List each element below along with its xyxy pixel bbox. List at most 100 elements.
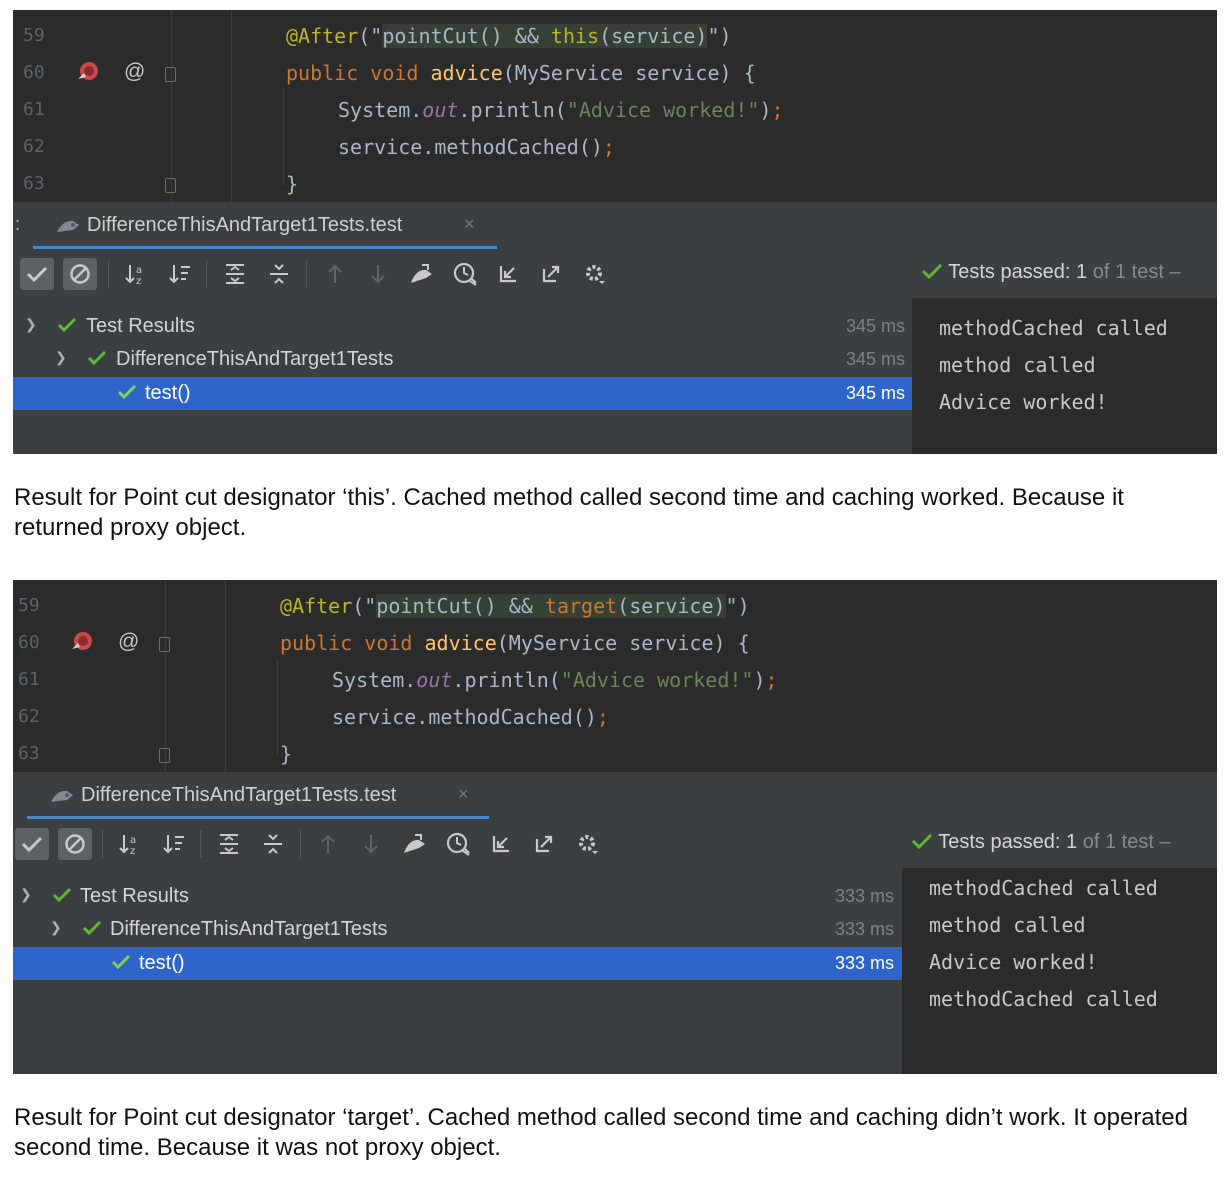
tree-row-test-results[interactable]: ❯ Test Results 345 ms	[13, 310, 913, 343]
sort-alpha-button[interactable]: az	[113, 828, 147, 860]
sort-alpha-button[interactable]: az	[119, 258, 153, 290]
test-results-tree[interactable]: ❯ Test Results 333 ms ❯ DifferenceThisAn…	[13, 868, 902, 1074]
check-icon	[117, 384, 137, 405]
tree-label: test()	[145, 382, 191, 404]
test-results-tree[interactable]: ❯ Test Results 345 ms ❯ DifferenceThisAn…	[13, 298, 913, 454]
tab-active-indicator	[33, 246, 497, 249]
history-icon	[453, 262, 477, 286]
expand-all-button[interactable]	[218, 258, 252, 290]
arrow-up-icon	[321, 834, 335, 853]
tab-close-icon[interactable]: ×	[458, 784, 469, 805]
history-button[interactable]	[448, 258, 482, 290]
check-icon	[52, 887, 72, 908]
tree-row-test-class[interactable]: ❯ DifferenceThisAndTarget1Tests 333 ms	[13, 913, 902, 946]
tree-row-test-results[interactable]: ❯ Test Results 333 ms	[13, 880, 902, 913]
collapse-all-button[interactable]	[256, 828, 290, 860]
tab-run-test[interactable]: DifferenceThisAndTarget1Tests.test	[81, 784, 396, 807]
code-text: service.methodCached();	[332, 705, 609, 729]
sort-duration-button[interactable]	[157, 828, 191, 860]
code-line: 62 service.methodCached();	[13, 699, 1217, 736]
fold-icon[interactable]	[159, 748, 170, 763]
chevron-down-icon[interactable]: ❯	[20, 886, 32, 903]
svg-text:a: a	[136, 265, 142, 276]
toolbar-separator	[200, 830, 201, 858]
next-failed-button[interactable]	[354, 828, 388, 860]
svg-text:z: z	[136, 276, 141, 286]
console-output[interactable]: methodCached called method called Advice…	[915, 298, 1217, 454]
code-line: 61 System.out.println("Advice worked!");	[13, 662, 1217, 699]
tab-run-test[interactable]: DifferenceThisAndTarget1Tests.test	[87, 214, 402, 237]
previous-failed-button[interactable]	[318, 258, 352, 290]
caption-this: Result for Point cut designator ‘this’. …	[14, 484, 1124, 541]
arrow-up-icon	[328, 264, 342, 283]
tab-close-icon[interactable]: ×	[464, 214, 475, 235]
check-icon	[82, 920, 102, 941]
code-line: 60 @ public void advice(MyService servic…	[13, 55, 1217, 92]
chevron-down-icon[interactable]: ❯	[55, 349, 67, 366]
run-tool-tabbar: : DifferenceThisAndTarget1Tests.test ×	[13, 202, 1217, 251]
arrow-down-icon	[371, 265, 385, 284]
chevron-down-icon[interactable]: ❯	[25, 316, 37, 333]
ide-screenshot-target: 59 @After("pointCut() && target(service)…	[13, 580, 1217, 1074]
tree-row-test-class[interactable]: ❯ DifferenceThisAndTarget1Tests 345 ms	[13, 343, 913, 376]
export-icon	[535, 835, 553, 853]
tree-label: Test Results	[80, 885, 189, 907]
line-number: 60	[23, 62, 45, 83]
export-button[interactable]	[534, 258, 568, 290]
sort-alpha-icon: az	[119, 835, 136, 856]
line-number: 59	[23, 25, 45, 46]
next-failed-button[interactable]	[361, 258, 395, 290]
check-icon	[921, 263, 943, 280]
check-icon	[911, 833, 933, 850]
console-line: method called	[929, 913, 1086, 937]
show-passed-button[interactable]	[20, 258, 54, 290]
code-text: @After("pointCut() && this(service)")	[286, 24, 732, 48]
line-number: 60	[18, 632, 40, 653]
export-button[interactable]	[527, 828, 561, 860]
tree-row-test-method[interactable]: test() 333 ms	[13, 947, 902, 980]
history-button[interactable]	[441, 828, 475, 860]
console-line: methodCached called	[929, 876, 1158, 900]
tree-label: test()	[139, 952, 185, 974]
rerun-button[interactable]	[404, 258, 438, 290]
previous-failed-button[interactable]	[311, 828, 345, 860]
import-button[interactable]	[484, 828, 518, 860]
advice-gutter-icon[interactable]	[69, 629, 95, 660]
import-icon	[499, 266, 516, 283]
show-ignored-button[interactable]	[63, 258, 97, 290]
settings-button[interactable]	[578, 258, 612, 290]
settings-button[interactable]	[571, 828, 605, 860]
collapse-all-button[interactable]	[262, 258, 296, 290]
code-line: 59 @After("pointCut() && this(service)")	[13, 18, 1217, 55]
line-number: 63	[23, 173, 45, 194]
expand-all-button[interactable]	[212, 828, 246, 860]
annotation-at-icon[interactable]: @	[118, 630, 139, 654]
rerun-icon	[404, 834, 425, 853]
check-icon	[87, 350, 107, 371]
show-passed-button[interactable]	[15, 828, 49, 860]
show-ignored-button[interactable]	[58, 828, 92, 860]
fold-icon[interactable]	[165, 178, 176, 193]
code-text: service.methodCached();	[338, 135, 615, 159]
annotation-at-icon[interactable]: @	[124, 60, 145, 84]
collapse-all-icon	[270, 264, 288, 284]
fold-icon[interactable]	[159, 637, 170, 652]
advice-gutter-icon[interactable]	[75, 59, 101, 90]
rerun-button[interactable]	[397, 828, 431, 860]
code-text: }	[286, 172, 299, 196]
gear-icon	[586, 265, 605, 284]
toolbar-separator	[108, 260, 109, 288]
fold-icon[interactable]	[165, 67, 176, 82]
sort-duration-button[interactable]	[163, 258, 197, 290]
code-editor[interactable]: 59 @After("pointCut() && target(service)…	[13, 580, 1217, 772]
toolbar-separator	[300, 830, 301, 858]
tree-row-test-method[interactable]: test() 345 ms	[13, 377, 913, 410]
gear-icon	[579, 835, 598, 854]
code-editor[interactable]: 59 @After("pointCut() && this(service)")…	[13, 10, 1217, 202]
tab-menu-colon[interactable]: :	[15, 214, 20, 235]
export-icon	[542, 265, 560, 283]
chevron-down-icon[interactable]: ❯	[50, 919, 62, 936]
console-output[interactable]: methodCached called method called Advice…	[905, 868, 1217, 1074]
import-button[interactable]	[491, 258, 525, 290]
tree-label: DifferenceThisAndTarget1Tests	[110, 918, 388, 940]
